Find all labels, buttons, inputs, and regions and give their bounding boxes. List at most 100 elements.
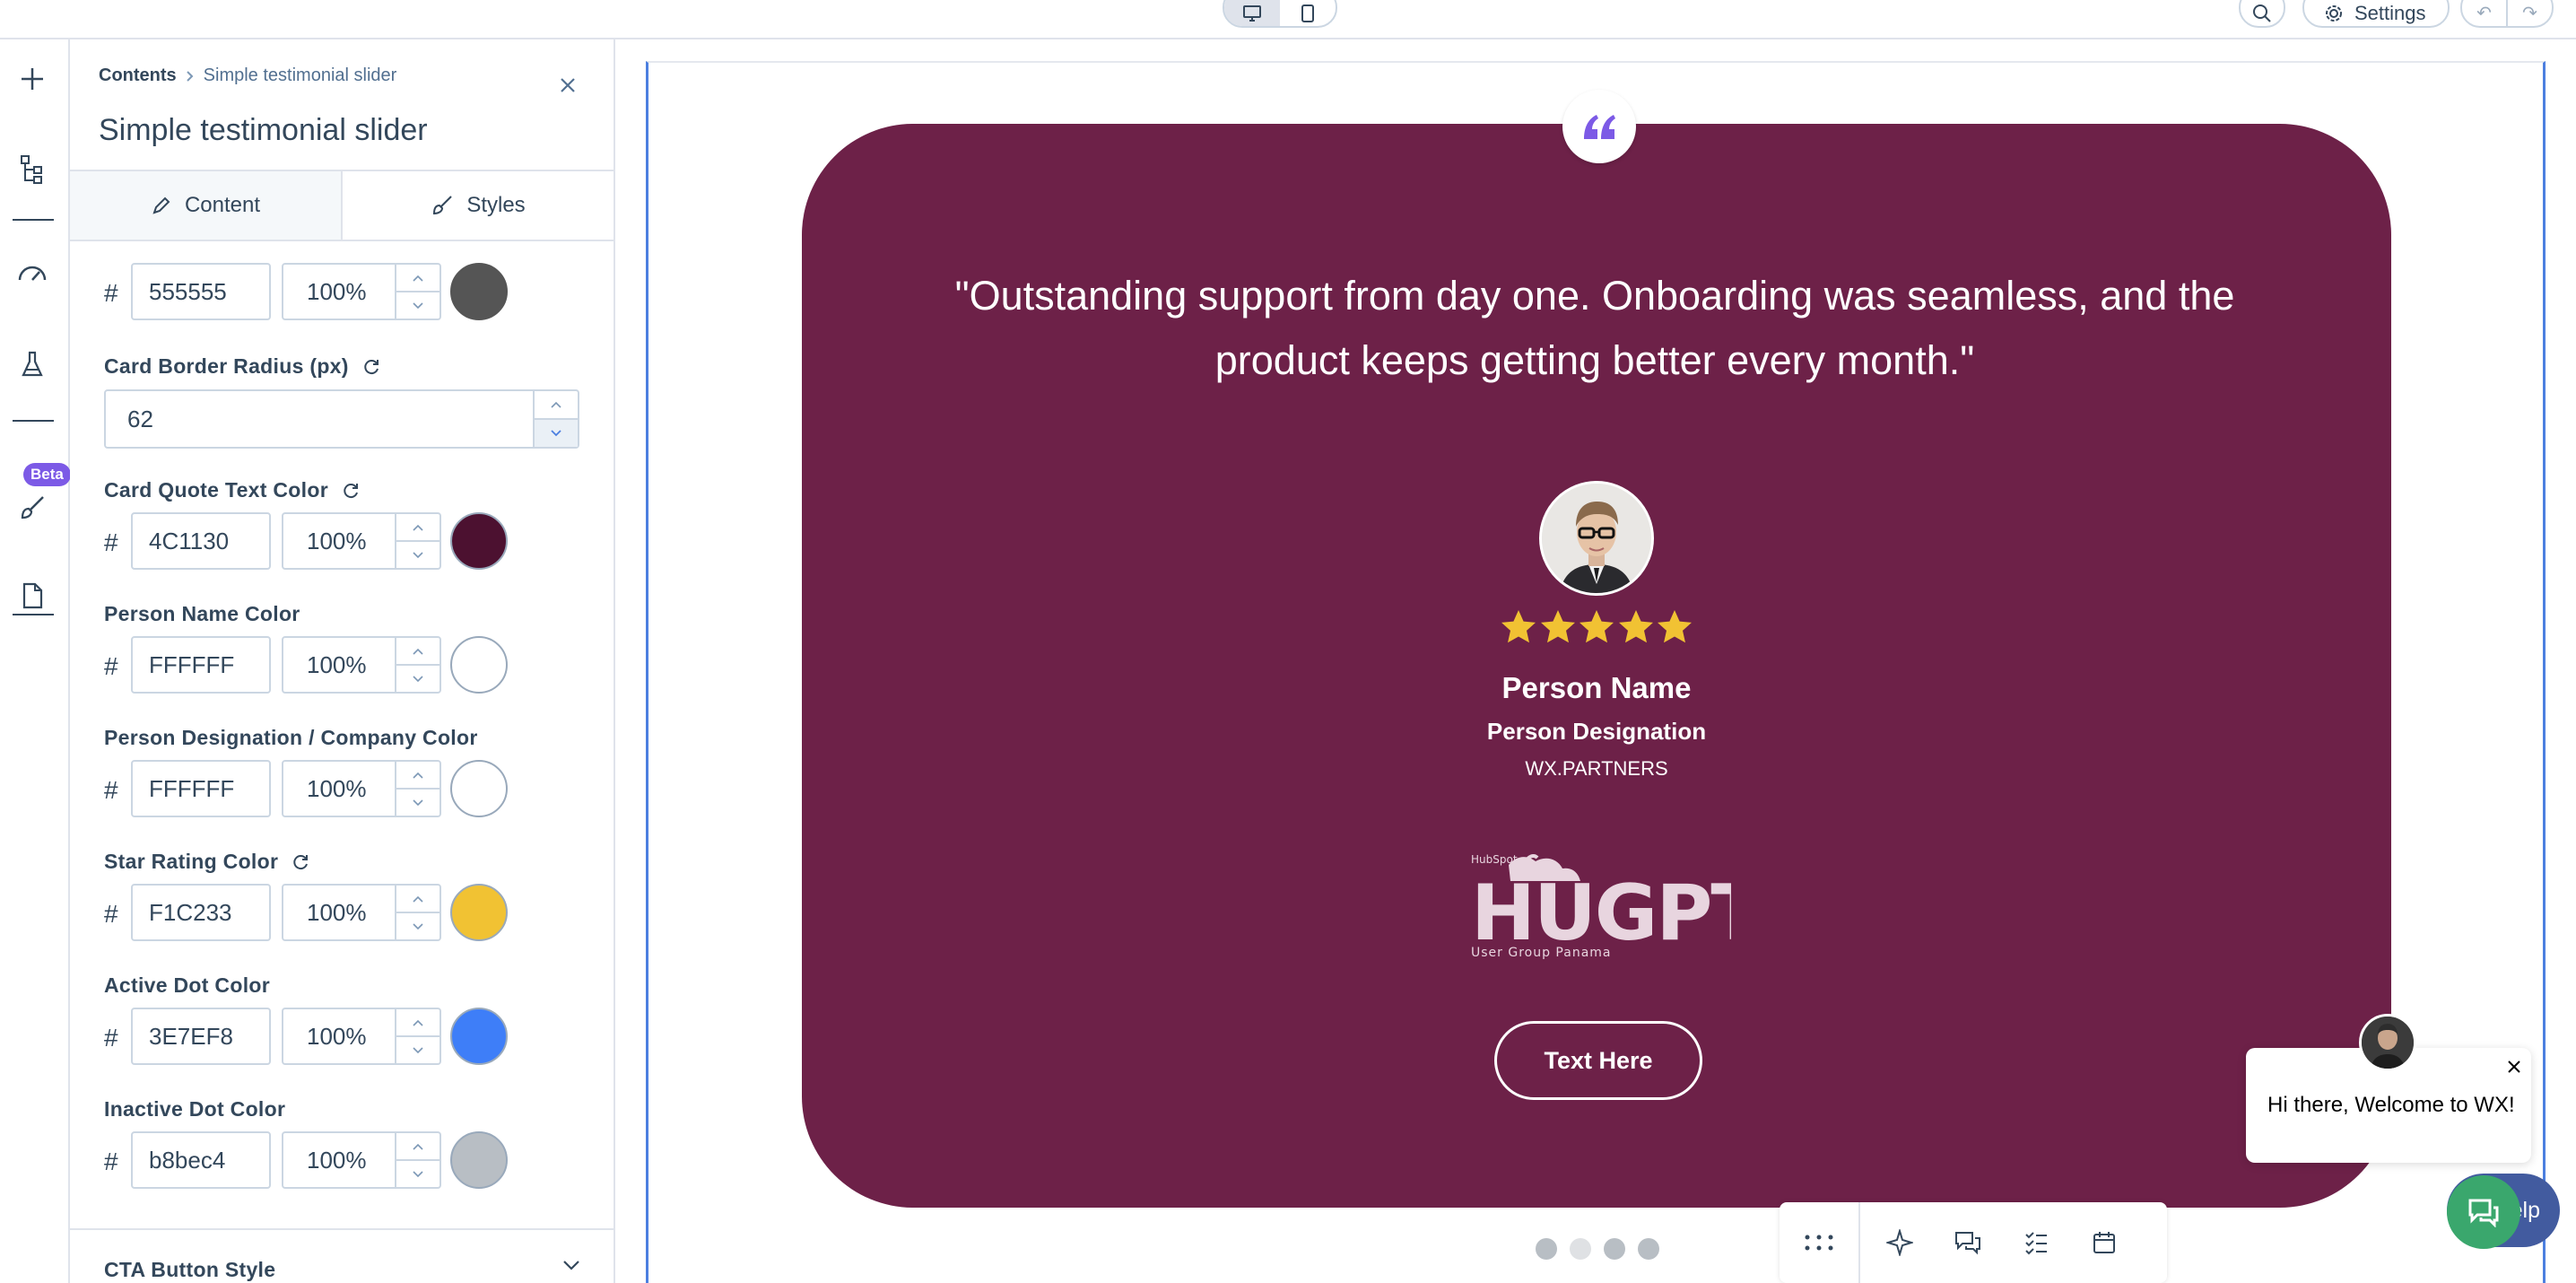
- person-name-color-hex-input[interactable]: FFFFFF: [131, 636, 271, 694]
- inactive-dot-color-opacity-input[interactable]: 100%: [282, 1131, 441, 1189]
- panel-tabs: Content Styles: [70, 170, 614, 241]
- close-panel-button[interactable]: [554, 72, 581, 99]
- floating-toolbar: [1780, 1202, 2167, 1283]
- color-swatch[interactable]: [450, 263, 508, 320]
- card-border-radius-value: 62: [127, 405, 153, 432]
- mobile-icon: [1301, 4, 1314, 22]
- opacity-stepper[interactable]: [395, 638, 439, 692]
- opacity-stepper[interactable]: [395, 1133, 439, 1187]
- cta-button-style-section[interactable]: CTA Button Style: [70, 1228, 614, 1283]
- redo-button[interactable]: ↷: [2506, 0, 2552, 26]
- cta-button[interactable]: Text Here: [1494, 1021, 1702, 1100]
- tab-styles-label: Styles: [466, 193, 526, 217]
- inactive-dot-color-swatch[interactable]: [450, 1131, 508, 1189]
- chevron-right-icon: [186, 70, 194, 82]
- person-name-color-swatch[interactable]: [450, 636, 508, 694]
- comments-button[interactable]: [1934, 1230, 2002, 1255]
- hash-symbol: #: [104, 652, 118, 680]
- desktop-view-button[interactable]: [1224, 0, 1280, 26]
- star-rating-color-opacity-input[interactable]: 100%: [282, 884, 441, 941]
- calendar-button[interactable]: [2070, 1230, 2138, 1255]
- chevron-up-icon[interactable]: [396, 638, 439, 664]
- tree-icon: [21, 155, 42, 184]
- breadcrumb-root[interactable]: Contents: [99, 65, 177, 86]
- chevron-down-icon[interactable]: [396, 664, 439, 692]
- inactive-dot-color-label: Inactive Dot Color: [104, 1097, 286, 1121]
- hash-symbol: #: [104, 279, 118, 307]
- active-dot-color-hex-input[interactable]: 3E7EF8: [131, 1008, 271, 1065]
- person-designation-company-color-opacity-input[interactable]: 100%: [282, 760, 441, 817]
- slider-dot[interactable]: [1638, 1238, 1659, 1260]
- chevron-up-icon[interactable]: [396, 762, 439, 788]
- opacity-stepper[interactable]: [395, 762, 439, 816]
- card-quote-text-color-hex-input[interactable]: 4C1130: [131, 512, 271, 570]
- drag-handle[interactable]: [1780, 1202, 1860, 1283]
- chevron-up-icon[interactable]: [396, 265, 439, 291]
- chat-close-button[interactable]: [2504, 1057, 2524, 1077]
- design-button[interactable]: [14, 490, 50, 526]
- search-button[interactable]: [2239, 0, 2285, 28]
- checklist-button[interactable]: [2002, 1230, 2070, 1255]
- star-icon: [1501, 610, 1536, 643]
- gauge-icon: [18, 266, 47, 281]
- chevron-down-icon[interactable]: [396, 291, 439, 319]
- chevron-down-icon[interactable]: [396, 1159, 439, 1187]
- star-rating-color-hex-input[interactable]: F1C233: [131, 884, 271, 941]
- reset-icon[interactable]: [291, 852, 310, 872]
- slider-dot[interactable]: [1536, 1238, 1557, 1260]
- card-quote-text-color-label: Card Quote Text Color: [104, 478, 328, 502]
- opacity-stepper[interactable]: [395, 886, 439, 939]
- card-quote-text-color-opacity-input[interactable]: 100%: [282, 512, 441, 570]
- chevron-down-icon[interactable]: [396, 788, 439, 816]
- opacity-stepper[interactable]: [395, 514, 439, 568]
- chevron-up-icon[interactable]: [396, 886, 439, 912]
- active-dot-color-opacity-input[interactable]: 100%: [282, 1008, 441, 1065]
- analytics-button[interactable]: [14, 255, 50, 291]
- opacity-value: 100%: [307, 277, 367, 305]
- chevron-up-icon[interactable]: [396, 514, 439, 540]
- chevron-down-icon[interactable]: [535, 418, 578, 447]
- reset-icon[interactable]: [341, 481, 361, 501]
- chevron-up-icon[interactable]: [396, 1133, 439, 1159]
- radius-stepper[interactable]: [533, 391, 578, 447]
- add-button[interactable]: [14, 61, 50, 97]
- active-dot-color-swatch[interactable]: [450, 1008, 508, 1065]
- slider-dot[interactable]: [1604, 1238, 1625, 1260]
- chevron-down-icon[interactable]: [396, 912, 439, 939]
- star-rating-color-swatch[interactable]: [450, 884, 508, 941]
- chevron-down-icon[interactable]: [396, 1035, 439, 1063]
- tab-styles[interactable]: Styles: [343, 171, 614, 240]
- person-designation-company-color-hex-input[interactable]: FFFFFF: [131, 760, 271, 817]
- inactive-dot-color-hex-input[interactable]: b8bec4: [131, 1131, 271, 1189]
- close-icon: [561, 78, 575, 92]
- hex-input[interactable]: 555555: [131, 263, 271, 320]
- opacity-stepper[interactable]: [395, 1009, 439, 1063]
- card-quote-text-color-swatch[interactable]: [450, 512, 508, 570]
- chevron-down-icon[interactable]: [396, 540, 439, 568]
- styles-scroll-area[interactable]: # 555555 100% Card Border Radius (px) 62…: [70, 243, 614, 1283]
- active-dot-color-label: Active Dot Color: [104, 973, 270, 997]
- person-designation-company-color-swatch[interactable]: [450, 760, 508, 817]
- star-icon: [1658, 610, 1692, 643]
- panel-title: Simple testimonial slider: [99, 113, 428, 147]
- opacity-input[interactable]: 100%: [282, 263, 441, 320]
- ai-assist-button[interactable]: [1866, 1229, 1934, 1256]
- layers-button[interactable]: [14, 151, 50, 187]
- person-name-color-opacity-input[interactable]: 100%: [282, 636, 441, 694]
- company-name: WX.PARTNERS: [1525, 757, 1668, 780]
- card-border-radius-input[interactable]: 62: [104, 389, 579, 449]
- chat-launcher[interactable]: [2447, 1175, 2520, 1249]
- mobile-view-button[interactable]: [1280, 0, 1336, 26]
- settings-button[interactable]: Settings: [2302, 0, 2450, 28]
- chevron-up-icon[interactable]: [396, 1009, 439, 1035]
- chevron-up-icon[interactable]: [535, 391, 578, 418]
- pages-button[interactable]: [14, 578, 50, 614]
- chat-icon: [2468, 1199, 2499, 1227]
- test-button[interactable]: [14, 346, 50, 382]
- opacity-stepper[interactable]: [395, 265, 439, 319]
- person-photo: [1542, 484, 1651, 593]
- slider-dot[interactable]: [1570, 1238, 1591, 1260]
- desktop-icon: [1243, 4, 1261, 22]
- undo-button[interactable]: ↶: [2462, 0, 2506, 26]
- tab-content[interactable]: Content: [70, 171, 343, 240]
